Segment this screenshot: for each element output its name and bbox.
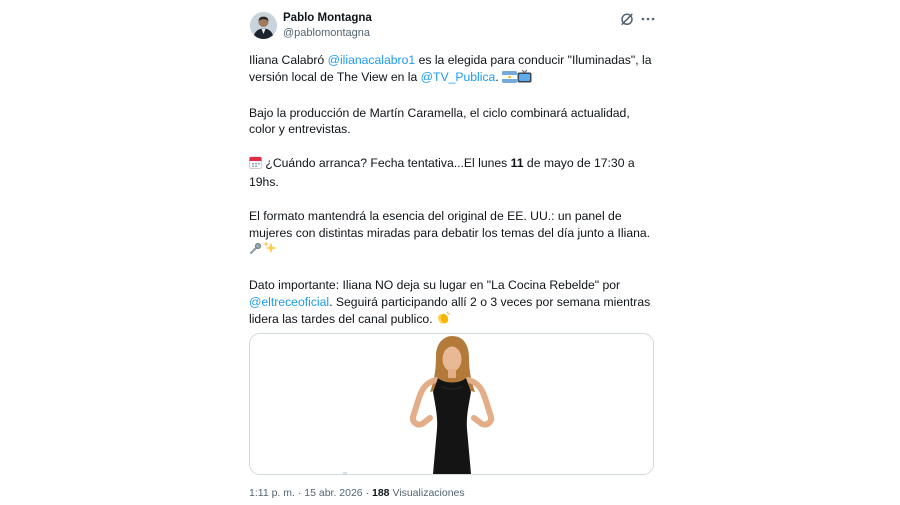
text-span: Iliana Calabró <box>249 53 328 67</box>
text-span: El formato mantendrá la esencia del orig… <box>249 208 651 240</box>
text-span: . <box>495 69 503 84</box>
calendar-icon <box>249 156 262 174</box>
separator: · <box>362 487 372 499</box>
views-count: 188 <box>372 487 390 499</box>
mention-eltreceoficial[interactable]: @eltreceoficial <box>249 295 329 309</box>
paragraph-production: Bajo la producción de Martín Caramella, … <box>249 105 630 137</box>
more-options-icon[interactable] <box>640 11 656 27</box>
sparkles-icon <box>263 241 277 260</box>
argentina-flag-icon <box>502 70 518 88</box>
avatar[interactable] <box>250 12 277 39</box>
text-span: ¿Cuándo arranca? Fecha tentativa...El lu… <box>262 156 511 171</box>
text-span: Dato importante: Iliana NO deja su lugar… <box>249 278 621 293</box>
tweet-meta: 1:11 p. m. · 15 abr. 2026 · 188 Visualiz… <box>249 487 465 499</box>
separator: · <box>294 487 305 499</box>
date-day: 11 <box>510 156 524 171</box>
mention-ilianacalabro1[interactable]: @ilianacalabro1 <box>328 53 416 67</box>
paragraph-announcement: Iliana Calabró @ilianacalabro1 es la ele… <box>249 52 654 88</box>
paragraph-format: El formato mantendrá la esencia del orig… <box>249 208 654 260</box>
tweet-date[interactable]: 15 abr. 2026 <box>304 487 362 499</box>
television-icon <box>517 69 532 88</box>
paragraph-important: Dato importante: Iliana NO deja su lugar… <box>249 277 654 329</box>
microphone-icon <box>249 241 263 260</box>
author-handle[interactable]: @pablomontagna <box>283 27 370 39</box>
tweet-card: Pablo Montagna @pablomontagna Iliana Cal… <box>232 0 668 505</box>
tweet-text: Iliana Calabró @ilianacalabro1 es la ele… <box>249 52 654 330</box>
tweet-time[interactable]: 1:11 p. m. <box>249 487 295 499</box>
clapping-hands-icon <box>436 311 451 330</box>
author-name[interactable]: Pablo Montagna <box>283 12 372 24</box>
grok-icon[interactable] <box>619 11 635 27</box>
tweet-media-image[interactable] <box>249 333 654 475</box>
mention-tv-publica[interactable]: @TV_Publica <box>421 70 496 84</box>
paragraph-start-date: ¿Cuándo arranca? Fecha tentativa...El lu… <box>249 155 654 191</box>
views-label: Visualizaciones <box>389 487 465 499</box>
